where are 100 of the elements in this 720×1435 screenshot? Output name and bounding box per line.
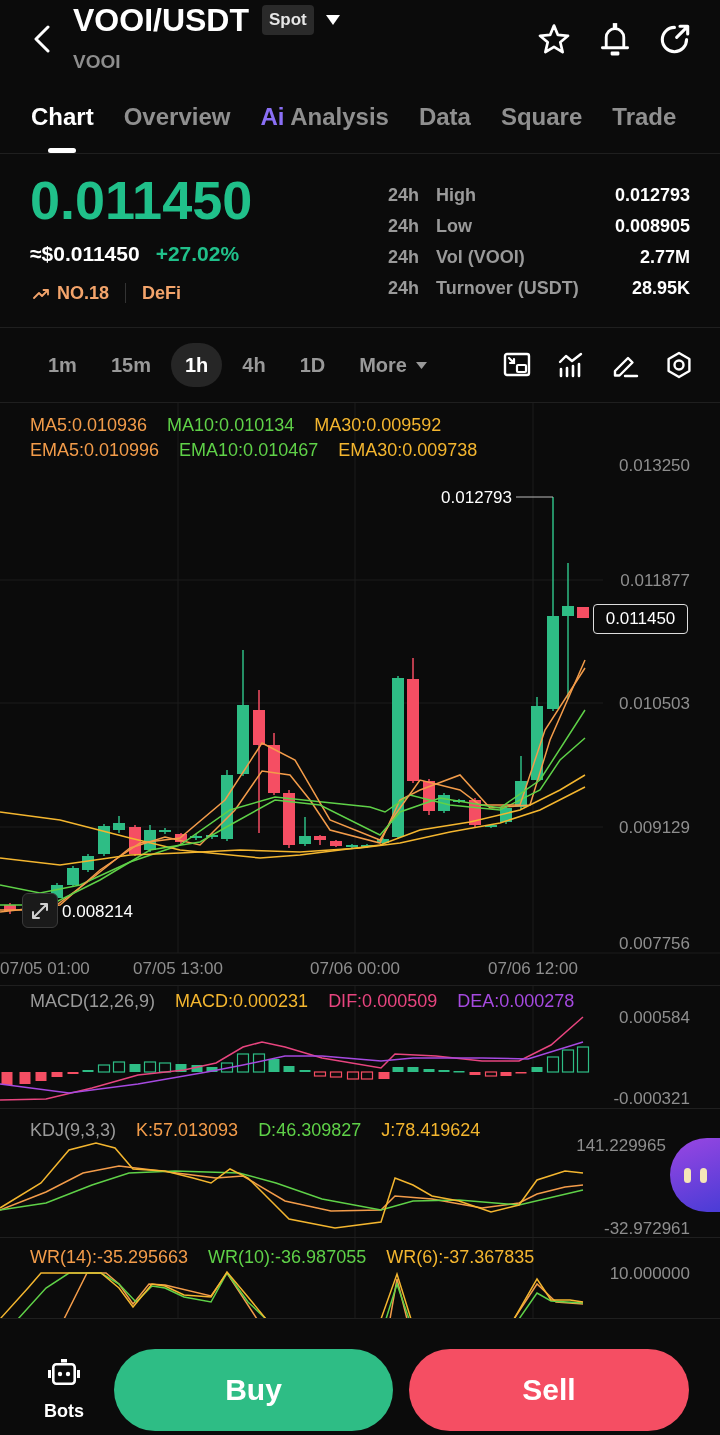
last-price: 0.011450 (30, 169, 253, 232)
histogram-bar (531, 1067, 543, 1072)
bell-icon[interactable] (600, 22, 630, 56)
interval-tab[interactable]: 1h (170, 343, 223, 387)
bots-button[interactable]: Bots (30, 1349, 98, 1422)
indicator-value: DIF:0.000509 (328, 990, 438, 1013)
back-icon[interactable] (33, 25, 51, 53)
rising-candle (144, 824, 156, 853)
indicator-value: MACD:0.000231 (175, 990, 309, 1013)
histogram-bar (1, 1072, 13, 1085)
indicator-value: WR(10):-36.987055 (208, 1246, 367, 1269)
indicator-title: KDJ(9,3,3) (30, 1119, 117, 1142)
tab[interactable]: Chart (31, 80, 94, 153)
histogram-bar (206, 1067, 218, 1072)
histogram-bar (143, 1061, 157, 1073)
histogram-bar (35, 1072, 47, 1081)
histogram-bar (329, 1071, 343, 1078)
axis-label: 0.011877 (620, 571, 690, 590)
indicator-value: DEA:0.000278 (457, 990, 575, 1013)
histogram-bar (112, 1061, 126, 1073)
rising-candle (113, 815, 125, 834)
rising-candle (299, 816, 311, 847)
tab[interactable]: Ai Analysis (260, 80, 389, 153)
interval-tab[interactable]: 4h (228, 343, 280, 387)
price-change: +27.02% (155, 242, 240, 266)
histogram-bar (360, 1071, 374, 1080)
rising-candle (485, 823, 497, 829)
caret-icon[interactable] (325, 15, 340, 25)
leader-line (515, 496, 554, 498)
tab[interactable]: Trade (612, 80, 677, 153)
rising-candle (190, 833, 202, 841)
histogram-bar (175, 1064, 187, 1072)
histogram-bar (546, 1056, 560, 1073)
indicator-value: MA5:0.010936 (30, 414, 148, 437)
pair-subtitle: VOOI (73, 50, 121, 74)
axis-label: 0.007756 (619, 934, 690, 953)
histogram-bar (252, 1053, 266, 1073)
rising-candle (206, 832, 218, 840)
rising-candle (453, 798, 465, 804)
histogram-bar (407, 1067, 419, 1072)
period-label: 24h (388, 185, 421, 206)
histogram-bar (378, 1072, 390, 1079)
rank-tag[interactable]: NO.18 (57, 282, 110, 304)
indicator-value: J:78.419624 (381, 1119, 481, 1142)
indicator-value: WR(6):-37.367835 (386, 1246, 535, 1269)
expand-button[interactable] (22, 893, 58, 928)
stat-value: 28.95K (631, 278, 690, 299)
star-icon[interactable] (538, 23, 570, 55)
time-label: 07/05 13:00 (133, 959, 223, 978)
stat-value: 0.008905 (614, 216, 690, 237)
axis-label: 141.229965 (576, 1136, 666, 1155)
histogram-bar (220, 1062, 234, 1073)
stat-label: Turnover (USDT) (436, 278, 579, 299)
stat-value: 0.012793 (614, 185, 690, 206)
tab[interactable]: Square (500, 80, 583, 153)
tab[interactable]: Overview (123, 80, 231, 153)
pair-title: VOOI/USDT (73, 1, 249, 40)
indicator-value: EMA5:0.010996 (30, 439, 160, 462)
chart-icon[interactable] (557, 351, 585, 379)
falling-candle (175, 832, 187, 845)
histogram-bar (236, 1053, 250, 1073)
histogram-bar (500, 1072, 512, 1076)
stat-label: Vol (VOOI) (436, 247, 525, 268)
indicator-value: K:57.013093 (136, 1119, 239, 1142)
tab[interactable]: Data (418, 80, 471, 153)
trend-icon (33, 287, 49, 299)
falling-candle (577, 606, 589, 619)
interval-tab[interactable]: 1m (34, 343, 91, 387)
stat-value: 2.77M (639, 247, 690, 268)
refresh-icon[interactable] (660, 23, 690, 55)
histogram-bar (51, 1072, 63, 1077)
falling-candle (314, 834, 326, 846)
interval-tab[interactable]: 15m (96, 343, 165, 387)
picture-in-picture-icon[interactable] (503, 351, 531, 379)
indicator-title: MACD(12,26,9) (30, 990, 156, 1013)
histogram-bar (346, 1071, 360, 1080)
indicator-value: EMA30:0.009738 (338, 439, 478, 462)
axis-label: -32.972961 (603, 1219, 690, 1237)
time-label: 07/06 12:00 (488, 959, 578, 978)
axis-label: 0.013250 (619, 456, 690, 475)
histogram-bar (484, 1071, 498, 1077)
stat-label: Low (436, 216, 472, 237)
histogram-bar (576, 1046, 590, 1073)
histogram-bar (129, 1064, 141, 1072)
rising-candle (361, 843, 373, 849)
axis-label: 10.000000 (609, 1264, 690, 1283)
interval-tab[interactable]: More (345, 343, 441, 387)
market-type-badge[interactable]: Spot (262, 5, 314, 35)
last-price-tag: 0.011450 (593, 604, 688, 634)
histogram-bar (469, 1072, 481, 1075)
settings-icon[interactable] (665, 351, 693, 379)
indicator-value: MA30:0.009592 (314, 414, 442, 437)
histogram-bar (158, 1062, 172, 1073)
period-label: 24h (388, 278, 421, 299)
histogram-bar (268, 1059, 280, 1072)
interval-tab[interactable]: 1D (285, 343, 340, 387)
falling-candle (268, 732, 280, 796)
time-label: 07/05 01:00 (0, 959, 90, 978)
assistant-bubble-icon[interactable] (670, 1138, 720, 1212)
sector-tag[interactable]: DeFi (142, 282, 182, 304)
